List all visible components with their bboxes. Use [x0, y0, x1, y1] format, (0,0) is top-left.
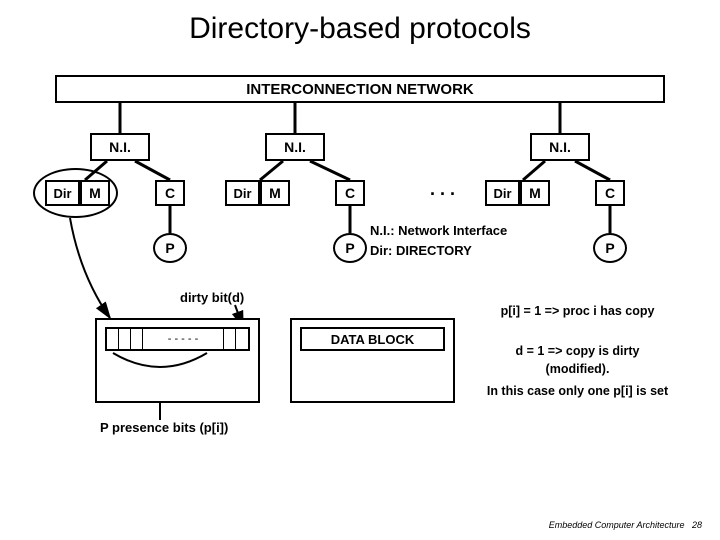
svg-text:. . .: . . . [430, 179, 455, 199]
diagram-area: . . . INTERCONNECTION NETWORK N.I. N.I. … [35, 75, 675, 495]
presence-curve [110, 351, 210, 379]
note-d: d = 1 => copy is dirty (modified). [485, 343, 670, 378]
ni-legend: N.I.: Network Interface [370, 223, 507, 238]
presence-bits-row: - - - - - [105, 327, 250, 351]
footer: Embedded Computer Architecture 28 [549, 520, 702, 530]
dir-box-3: Dir [485, 180, 520, 206]
ni-box-1: N.I. [90, 133, 150, 161]
note-pi: p[i] = 1 => proc i has copy [485, 303, 670, 321]
dir-box-1: Dir [45, 180, 80, 206]
ni-box-3: N.I. [530, 133, 590, 161]
dirty-bit-label: dirty bit(d) [180, 290, 244, 305]
c-box-2: C [335, 180, 365, 206]
data-block-inner-box: DATA BLOCK [300, 327, 445, 351]
m-box-1: M [80, 180, 110, 206]
p-circle-3: P [593, 233, 627, 263]
page-number: 28 [692, 520, 702, 530]
c-box-3: C [595, 180, 625, 206]
m-box-2: M [260, 180, 290, 206]
note-case: In this case only one p[i] is set [485, 383, 670, 401]
slide-title: Directory-based protocols [0, 12, 720, 46]
footer-text: Embedded Computer Architecture [549, 520, 685, 530]
ni-box-2: N.I. [265, 133, 325, 161]
dir-box-2: Dir [225, 180, 260, 206]
dir-legend: Dir: DIRECTORY [370, 243, 472, 258]
presence-label: P presence bits (p[i]) [100, 420, 228, 435]
interconnection-network-box: INTERCONNECTION NETWORK [55, 75, 665, 103]
m-box-3: M [520, 180, 550, 206]
p-circle-2: P [333, 233, 367, 263]
p-circle-1: P [153, 233, 187, 263]
c-box-1: C [155, 180, 185, 206]
